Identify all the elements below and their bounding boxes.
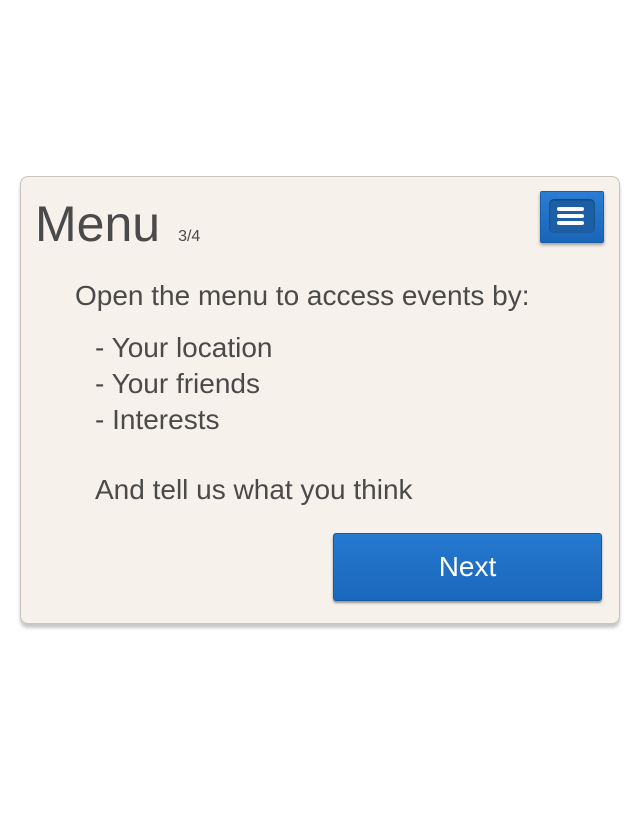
outro-text: And tell us what you think: [95, 474, 413, 505]
tutorial-dialog: Menu 3/4 Open the menu to access events …: [20, 176, 620, 624]
list-item: - Your friends: [95, 368, 260, 399]
menu-icon-bar: [557, 221, 584, 225]
next-button[interactable]: Next: [333, 533, 602, 601]
dialog-title: Menu: [35, 196, 161, 252]
list-item: - Your location: [95, 332, 273, 363]
title-row: Menu 3/4: [35, 199, 200, 249]
feature-list: - Your location - Your friends - Interes…: [95, 330, 272, 438]
hamburger-menu-icon: [549, 199, 595, 233]
menu-button[interactable]: [540, 191, 604, 243]
step-counter: 3/4: [178, 228, 201, 245]
menu-icon-bar: [557, 207, 584, 211]
menu-icon-bar: [557, 214, 584, 218]
intro-text: Open the menu to access events by:: [75, 280, 530, 311]
page: Menu 3/4 Open the menu to access events …: [0, 0, 640, 832]
list-item: - Interests: [95, 404, 220, 435]
